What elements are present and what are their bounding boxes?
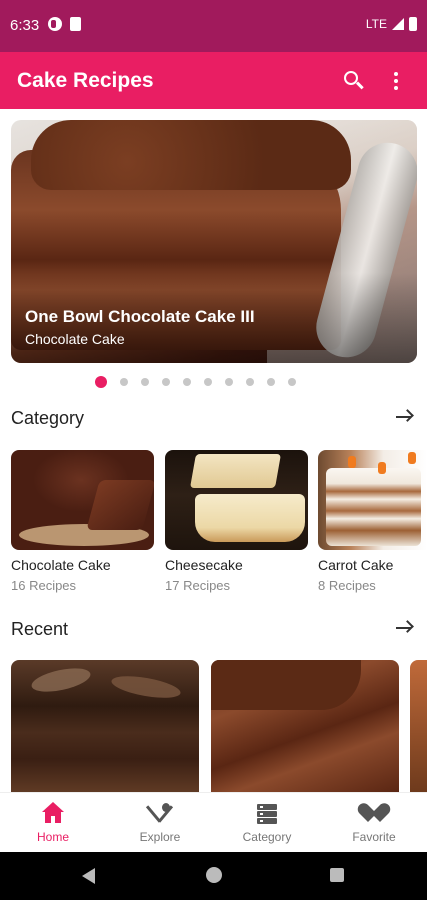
nav-label: Home xyxy=(36,830,69,844)
home-icon xyxy=(42,802,64,824)
home-circle-icon[interactable] xyxy=(206,867,222,883)
carousel-dot[interactable] xyxy=(225,378,233,386)
nav-explore[interactable]: Explore xyxy=(107,793,213,853)
app-bar: Cake Recipes xyxy=(0,52,427,109)
notification-icons xyxy=(48,17,81,31)
status-bar: 6:33 LTE xyxy=(0,0,427,52)
featured-recipe-category: Chocolate Cake xyxy=(25,331,125,347)
carousel-dot[interactable] xyxy=(204,378,212,386)
carousel-dot[interactable] xyxy=(162,378,170,386)
system-navigation-bar xyxy=(0,852,427,900)
status-time: 6:33 xyxy=(10,17,40,34)
app-title: Cake Recipes xyxy=(17,69,154,92)
carousel-indicator xyxy=(95,375,335,389)
sd-card-icon xyxy=(70,17,81,31)
category-card-cheesecake[interactable] xyxy=(165,450,308,550)
back-icon[interactable] xyxy=(82,868,95,884)
featured-recipe-card[interactable]: One Bowl Chocolate Cake III Chocolate Ca… xyxy=(11,120,417,363)
carousel-dot[interactable] xyxy=(246,378,254,386)
heart-icon xyxy=(355,800,393,824)
carousel-dot[interactable] xyxy=(141,378,149,386)
app-notification-icon xyxy=(48,17,62,31)
bottom-navigation: Home Explore Category Favorite xyxy=(0,792,427,852)
category-count: 8 Recipes xyxy=(318,578,376,593)
category-see-all-button[interactable] xyxy=(394,407,414,427)
battery-icon xyxy=(409,17,417,31)
category-count: 17 Recipes xyxy=(165,578,231,593)
carousel-dot[interactable] xyxy=(288,378,296,386)
fork-spoon-icon xyxy=(145,802,174,824)
carousel-dot[interactable] xyxy=(120,378,128,386)
nav-home[interactable]: Home xyxy=(0,793,106,853)
category-name: Chocolate Cake xyxy=(11,557,111,573)
recent-see-all-button[interactable] xyxy=(394,618,414,638)
status-right: LTE xyxy=(366,17,417,31)
carousel-dot[interactable] xyxy=(183,378,191,386)
nav-label: Category xyxy=(242,830,292,844)
network-type: LTE xyxy=(365,17,387,31)
recent-section-title: Recent xyxy=(11,619,69,639)
category-card-chocolate-cake[interactable] xyxy=(11,450,154,550)
featured-recipe-title: One Bowl Chocolate Cake III xyxy=(25,307,255,326)
category-list-icon xyxy=(256,802,278,824)
nav-favorite[interactable]: Favorite xyxy=(321,793,427,853)
recents-icon[interactable] xyxy=(330,868,344,882)
nav-label: Favorite xyxy=(352,830,396,844)
more-vert-icon xyxy=(394,72,398,76)
recent-recipe-card[interactable] xyxy=(11,660,199,792)
category-name: Cheesecake xyxy=(165,557,243,573)
nav-category[interactable]: Category xyxy=(214,793,320,853)
carousel-dot[interactable] xyxy=(267,378,275,386)
category-card-carrot-cake[interactable] xyxy=(318,450,427,550)
search-button[interactable] xyxy=(341,68,367,94)
signal-icon xyxy=(392,18,404,30)
carousel-dot[interactable] xyxy=(95,376,107,388)
more-options-button[interactable] xyxy=(386,68,406,94)
category-name: Carrot Cake xyxy=(318,557,394,573)
recent-recipe-card[interactable] xyxy=(211,660,399,792)
category-count: 16 Recipes xyxy=(11,578,77,593)
nav-label: Explore xyxy=(139,830,181,844)
recent-recipe-card[interactable] xyxy=(410,660,427,792)
category-section-title: Category xyxy=(11,408,85,428)
